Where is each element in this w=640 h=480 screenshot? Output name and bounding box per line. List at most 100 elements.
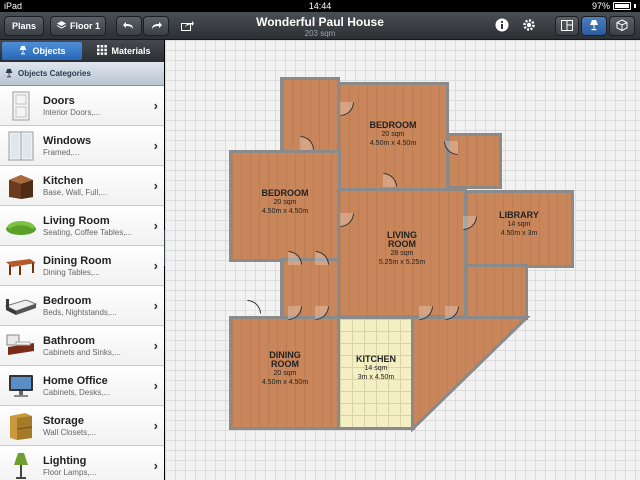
storage-cabinet-icon (3, 410, 39, 442)
sofa-icon (3, 210, 39, 242)
battery-icon (613, 2, 631, 10)
lamp-icon (588, 19, 600, 33)
chevron-right-icon: › (153, 218, 158, 233)
category-sub: Dining Tables,... (43, 267, 100, 277)
chevron-right-icon: › (153, 178, 158, 193)
3d-view-button[interactable] (609, 16, 635, 36)
category-name: Home Office (43, 374, 108, 387)
category-sub: Cabinets, Desks,... (43, 387, 111, 397)
grid-icon (97, 45, 108, 57)
category-bedroom[interactable]: Bedroom Beds, Nightstands,... › (0, 286, 164, 326)
furniture-view-button[interactable] (581, 16, 607, 36)
battery-percent: 97% (591, 1, 610, 11)
chevron-right-icon: › (153, 98, 158, 113)
tab-materials-label: Materials (111, 46, 151, 56)
room-area: 28 sqm (390, 250, 414, 257)
room-bedroom-top[interactable]: BEDROOM 20 sqm 4.50m x 4.50m (337, 82, 449, 192)
category-windows[interactable]: Windows Framed,... › (0, 126, 164, 166)
room-name-line2: ROOM (388, 239, 416, 249)
room-living-room[interactable]: LIVING ROOM 28 sqm 5.25m x 5.25m (337, 188, 467, 318)
undo-icon (123, 21, 135, 32)
bathroom-cabinet-icon (3, 330, 39, 362)
category-name: Storage (43, 414, 84, 427)
room-dining-room[interactable]: DINING ROOM 20 sqm 4.50m x 4.50m (229, 316, 341, 430)
category-living-room[interactable]: Living Room Seating, Coffee Tables,... › (0, 206, 164, 246)
top-toolbar: Plans Floor 1 Wonderful Paul House 203 s… (0, 12, 640, 40)
plans-button[interactable]: Plans (4, 16, 44, 36)
room-name: KITCHEN (356, 354, 396, 364)
room-name: BEDROOM (261, 188, 309, 198)
room-bedroom-left[interactable]: BEDROOM 20 sqm 4.50m x 4.50m (229, 150, 341, 262)
chevron-right-icon: › (153, 258, 158, 273)
category-bathroom[interactable]: Bathroom Cabinets and Sinks,... › (0, 326, 164, 366)
bed-icon (3, 290, 39, 322)
category-kitchen[interactable]: Kitchen Base, Wall, Full,... › (0, 166, 164, 206)
door-swing[interactable] (247, 300, 261, 314)
clock: 14:44 (308, 1, 332, 11)
monitor-icon (3, 370, 39, 402)
gear-icon[interactable] (521, 18, 537, 34)
chevron-right-icon: › (153, 418, 158, 433)
category-lighting[interactable]: Lighting Floor Lamps,... › (0, 446, 164, 480)
cube-icon (616, 19, 628, 33)
status-bar: iPad 14:44 97% (0, 0, 640, 12)
sidebar-tabs: Objects Materials (0, 40, 164, 62)
category-home-office[interactable]: Home Office Cabinets, Desks,... › (0, 366, 164, 406)
undo-button[interactable] (116, 16, 142, 36)
floor-lamp-icon (3, 450, 39, 480)
redo-icon (150, 21, 162, 32)
category-sub: Seating, Coffee Tables,... (43, 227, 133, 237)
floorplan-icon (561, 19, 573, 33)
room-dimensions: 3m x 4.50m (357, 374, 395, 381)
2d-view-button[interactable] (555, 16, 579, 36)
lamp-icon (18, 45, 28, 57)
room-name: LIBRARY (499, 210, 539, 220)
tab-objects-label: Objects (32, 46, 66, 56)
share-button[interactable] (176, 16, 198, 36)
room-dimensions: 4.50m x 4.50m (261, 379, 309, 386)
tab-objects[interactable]: Objects (2, 42, 82, 60)
room-area: 20 sqm (273, 370, 297, 377)
category-name: Dining Room (43, 254, 112, 267)
room-area: 14 sqm (364, 365, 388, 372)
room-library[interactable]: LIBRARY 14 sqm 4.50m x 3m (464, 190, 574, 268)
floorplan-canvas[interactable]: BEDROOM 20 sqm 4.50m x 4.50m BEDROOM 20 … (165, 40, 640, 480)
window-icon (3, 130, 39, 162)
redo-button[interactable] (143, 16, 169, 36)
layers-icon (56, 20, 67, 32)
info-icon[interactable] (494, 18, 510, 34)
room-kitchen[interactable]: KITCHEN 14 sqm 3m x 4.50m (337, 316, 415, 430)
chevron-right-icon: › (153, 458, 158, 473)
room-area: 20 sqm (381, 131, 405, 138)
category-name: Bedroom (43, 294, 92, 307)
floor-selector-button[interactable]: Floor 1 (50, 16, 106, 36)
floor-label: Floor 1 (69, 21, 100, 31)
category-storage[interactable]: Storage Wall Closets,... › (0, 406, 164, 446)
category-dining-room[interactable]: Dining Room Dining Tables,... › (0, 246, 164, 286)
chevron-right-icon: › (153, 138, 158, 153)
category-sub: Base, Wall, Full,... (43, 187, 108, 197)
category-name: Kitchen (43, 174, 84, 187)
chevron-right-icon: › (153, 378, 158, 393)
category-name: Windows (43, 134, 92, 147)
share-icon (180, 20, 194, 33)
room-dimensions: 5.25m x 5.25m (378, 259, 426, 266)
room-angled-bottom[interactable] (411, 316, 531, 432)
plans-button-label: Plans (11, 21, 36, 31)
category-name: Living Room (43, 214, 110, 227)
room-dimensions: 4.50m x 4.50m (261, 208, 309, 215)
category-name: Doors (43, 94, 75, 107)
category-doors[interactable]: Doors Interior Doors,... › (0, 86, 164, 126)
category-sub: Beds, Nightstands,... (43, 307, 117, 317)
lamp-icon (4, 68, 14, 80)
category-sub: Wall Closets,... (43, 427, 97, 437)
kitchen-cabinet-icon (3, 170, 39, 202)
category-name: Bathroom (43, 334, 95, 347)
chevron-right-icon: › (153, 338, 158, 353)
room-dimensions: 4.50m x 3m (500, 230, 538, 237)
room-area: 20 sqm (273, 199, 297, 206)
categories-header-label: Objects Categories (18, 69, 91, 78)
room-storage-right[interactable] (464, 264, 528, 320)
tab-materials[interactable]: Materials (84, 40, 164, 62)
room-dimensions: 4.50m x 4.50m (369, 140, 417, 147)
